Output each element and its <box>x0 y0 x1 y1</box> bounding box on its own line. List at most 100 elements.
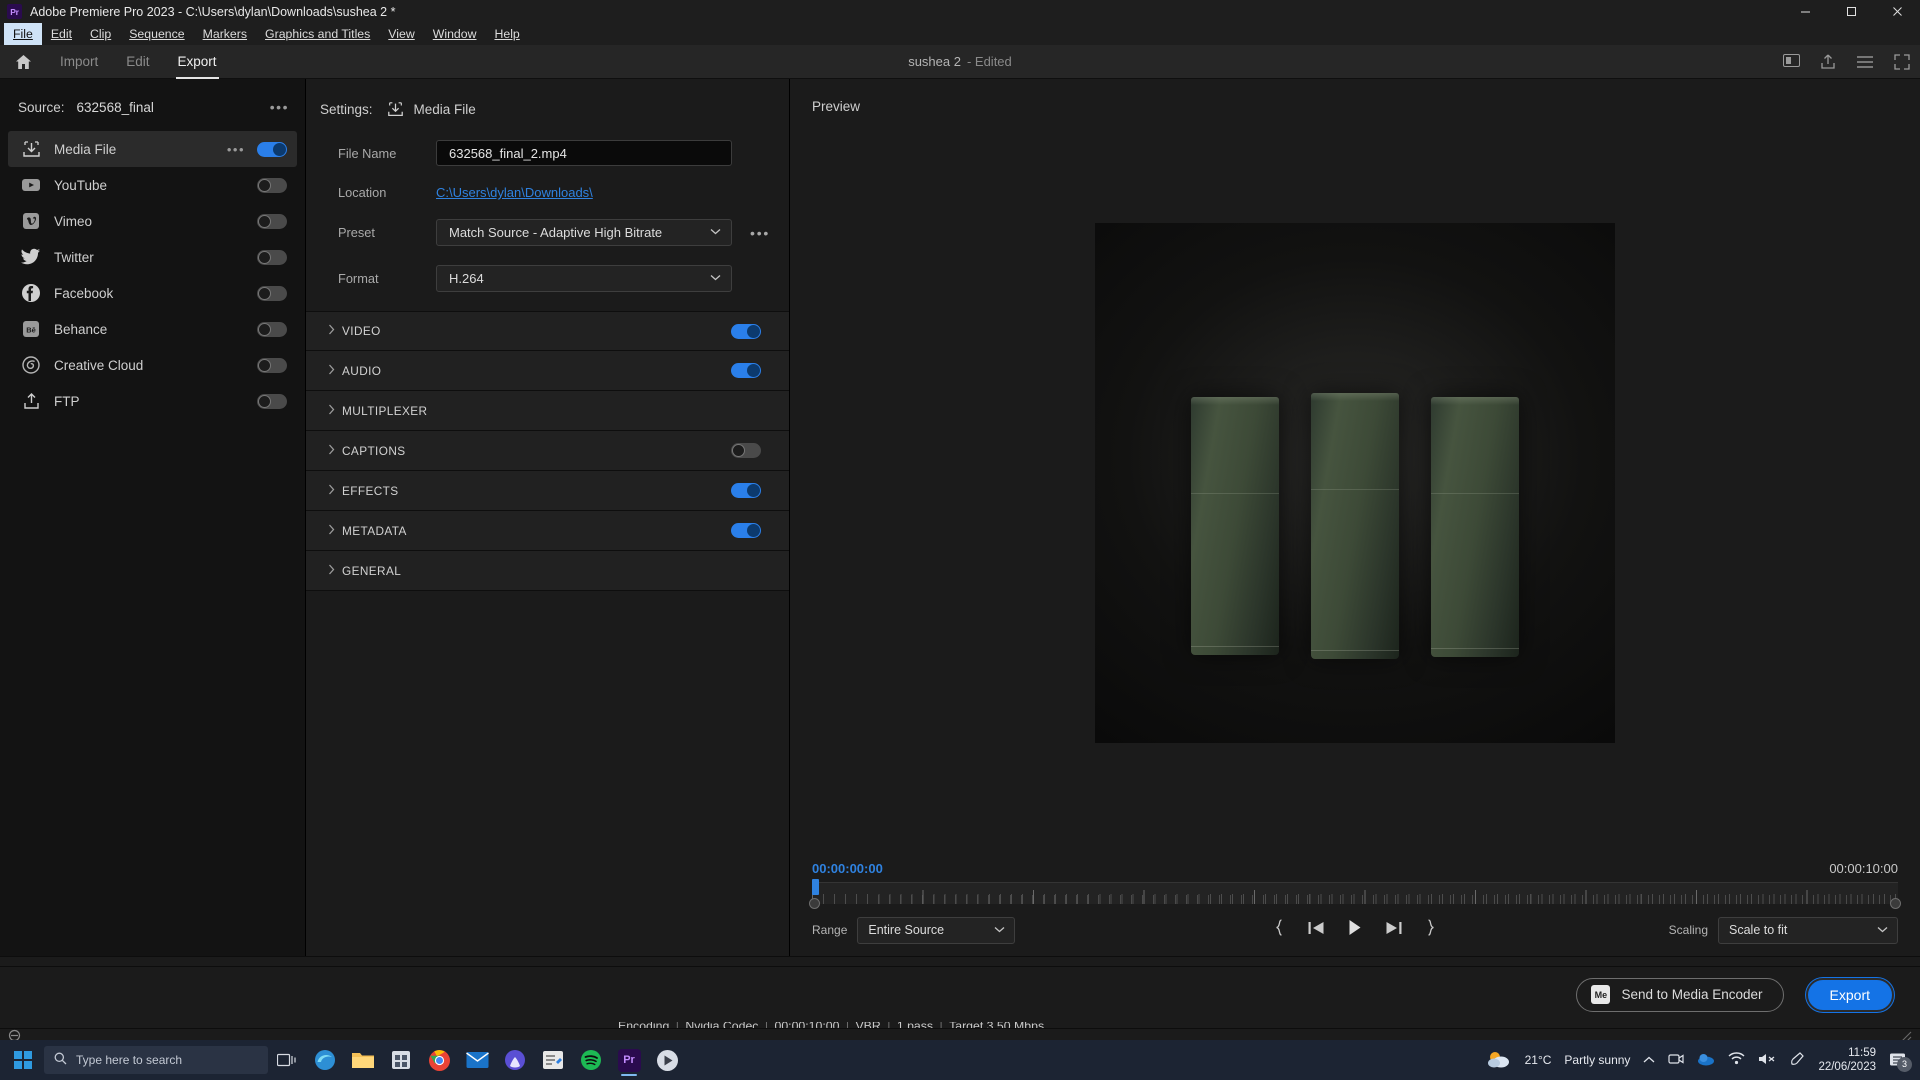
location-link[interactable]: C:\Users\dylan\Downloads\ <box>436 185 593 200</box>
task-view-button[interactable] <box>268 1043 306 1077</box>
maximize-button[interactable] <box>1828 0 1874 23</box>
sidebar-more-icon[interactable]: ••• <box>270 99 289 115</box>
clock-date: 22/06/2023 <box>1818 1061 1876 1073</box>
accordion-metadata[interactable]: METADATA <box>306 511 789 551</box>
menu-clip[interactable]: Clip <box>81 23 120 45</box>
menu-help[interactable]: Help <box>485 23 528 45</box>
behance-toggle[interactable] <box>257 321 287 337</box>
preview-controls: Range Entire Source Scaling Scale to fit <box>790 904 1920 956</box>
taskbar-store-icon[interactable] <box>382 1043 420 1077</box>
captions-toggle[interactable] <box>731 443 761 458</box>
sidebar-item-vimeo[interactable]: Vimeo <box>8 203 297 239</box>
close-button[interactable] <box>1874 0 1920 23</box>
accordion-effects[interactable]: EFFECTS <box>306 471 789 511</box>
nav-tabs: Import Edit Export <box>46 45 231 79</box>
sidebar-item-ftp[interactable]: FTP <box>8 383 297 419</box>
fullscreen-icon[interactable] <box>1894 53 1910 70</box>
tray-pen-icon[interactable] <box>1789 1051 1805 1070</box>
taskbar-search-input[interactable]: Type here to search <box>44 1046 268 1074</box>
accordion-captions[interactable]: CAPTIONS <box>306 431 789 471</box>
publish-destinations-sidebar: Source: 632568_final ••• Media File ••• … <box>0 79 306 956</box>
accordion-video[interactable]: VIDEO <box>306 311 789 351</box>
menu-sequence[interactable]: Sequence <box>120 23 193 45</box>
taskbar-premiere-pro-icon[interactable]: Pr <box>610 1043 648 1077</box>
export-button[interactable]: Export <box>1805 977 1894 1012</box>
video-toggle[interactable] <box>731 323 761 339</box>
preset-select[interactable]: Match Source - Adaptive High Bitrate <box>436 219 732 246</box>
taskbar-xbox-icon[interactable] <box>496 1043 534 1077</box>
menu-markers[interactable]: Markers <box>194 23 256 45</box>
menu-file[interactable]: File <box>4 23 42 45</box>
media-file-more-icon[interactable]: ••• <box>227 142 245 157</box>
playhead-handle[interactable] <box>812 879 819 895</box>
weather-temperature: 21°C <box>1524 1053 1552 1067</box>
sidebar-item-media-file[interactable]: Media File ••• <box>8 131 297 167</box>
menu-edit[interactable]: Edit <box>42 23 81 45</box>
sidebar-item-facebook[interactable]: Facebook <box>8 275 297 311</box>
effects-toggle[interactable] <box>731 483 761 498</box>
taskbar-notes-icon[interactable] <box>534 1043 572 1077</box>
sidebar-item-creative-cloud[interactable]: Creative Cloud <box>8 347 297 383</box>
twitter-toggle[interactable] <box>257 249 287 265</box>
weather-icon[interactable] <box>1486 1049 1512 1072</box>
range-value: Entire Source <box>868 923 945 937</box>
start-button[interactable] <box>6 1043 40 1077</box>
menu-view[interactable]: View <box>379 23 423 45</box>
windows-taskbar: Type here to search Pr 21°C Partly sunny <box>0 1040 1920 1080</box>
vimeo-toggle[interactable] <box>257 213 287 229</box>
menu-lines-icon[interactable] <box>1856 55 1874 69</box>
ftp-toggle[interactable] <box>257 393 287 409</box>
taskbar-media-player-icon[interactable] <box>648 1043 686 1077</box>
tray-camera-icon[interactable] <box>1668 1052 1685 1069</box>
metadata-toggle[interactable] <box>731 523 761 538</box>
menu-graphics-and-titles[interactable]: Graphics and Titles <box>256 23 379 45</box>
tray-volume-muted-icon[interactable] <box>1758 1052 1776 1069</box>
tray-expand-icon[interactable] <box>1643 1053 1655 1067</box>
send-to-media-encoder-button[interactable]: Me Send to Media Encoder <box>1576 977 1784 1012</box>
media-file-toggle[interactable] <box>257 141 287 157</box>
share-icon[interactable] <box>1820 54 1836 70</box>
taskbar-chrome-icon[interactable] <box>420 1043 458 1077</box>
range-select[interactable]: Entire Source <box>857 916 1016 944</box>
taskbar-mail-icon[interactable] <box>458 1043 496 1077</box>
accordion-audio[interactable]: AUDIO <box>306 351 789 391</box>
notification-center-button[interactable]: 3 <box>1889 1052 1912 1072</box>
tab-import[interactable]: Import <box>46 45 112 79</box>
sidebar-item-youtube[interactable]: YouTube <box>8 167 297 203</box>
scaling-select[interactable]: Scale to fit <box>1718 916 1898 944</box>
sidebar-item-behance[interactable]: Bē Behance <box>8 311 297 347</box>
export-action-bar: Me Send to Media Encoder Export <box>0 966 1920 1022</box>
taskbar-edge-icon[interactable] <box>306 1043 344 1077</box>
accordion-general[interactable]: GENERAL <box>306 551 789 591</box>
video-preview-frame[interactable] <box>1095 222 1615 743</box>
minimize-button[interactable] <box>1782 0 1828 23</box>
taskbar-spotify-icon[interactable] <box>572 1043 610 1077</box>
menu-view-label: View <box>388 27 415 41</box>
format-select[interactable]: H.264 <box>436 265 732 292</box>
preset-more-icon[interactable]: ••• <box>750 225 770 241</box>
taskbar-file-explorer-icon[interactable] <box>344 1043 382 1077</box>
tray-wifi-icon[interactable] <box>1728 1052 1745 1068</box>
play-icon[interactable] <box>1348 919 1363 941</box>
sidebar-item-twitter[interactable]: Twitter <box>8 239 297 275</box>
step-forward-icon[interactable] <box>1385 920 1403 941</box>
step-back-icon[interactable] <box>1308 920 1326 941</box>
creative-cloud-toggle[interactable] <box>257 357 287 373</box>
menu-window[interactable]: Window <box>424 23 486 45</box>
accordion-label: EFFECTS <box>342 483 399 498</box>
tab-edit[interactable]: Edit <box>112 45 163 79</box>
facebook-toggle[interactable] <box>257 285 287 301</box>
screen-icon[interactable] <box>1783 54 1800 69</box>
mark-in-icon[interactable] <box>1274 919 1286 941</box>
youtube-toggle[interactable] <box>257 177 287 193</box>
timeline-scrubber[interactable] <box>809 879 1901 909</box>
file-name-input[interactable]: 632568_final_2.mp4 <box>436 140 732 166</box>
settings-header: Settings: Media File <box>306 91 789 140</box>
tray-onedrive-icon[interactable] <box>1697 1052 1715 1069</box>
tab-export[interactable]: Export <box>164 45 231 79</box>
home-button[interactable] <box>0 54 46 70</box>
accordion-multiplexer[interactable]: MULTIPLEXER <box>306 391 789 431</box>
mark-out-icon[interactable] <box>1425 919 1437 941</box>
taskbar-clock[interactable]: 11:59 22/06/2023 <box>1818 1046 1876 1074</box>
audio-toggle[interactable] <box>731 363 761 378</box>
